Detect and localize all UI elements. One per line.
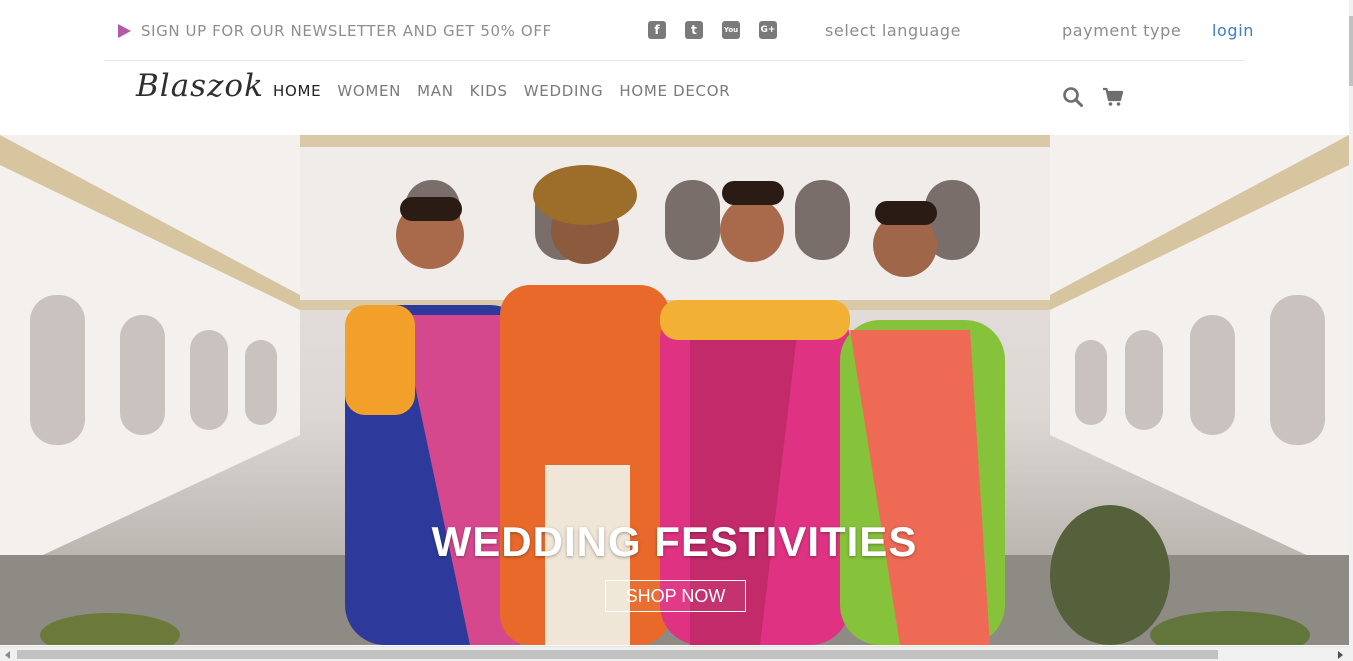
language-selector[interactable]: select language [825, 21, 961, 40]
scroll-left-icon[interactable] [5, 651, 10, 659]
payment-type-link[interactable]: payment type [1062, 21, 1181, 40]
horizontal-scrollbar[interactable] [0, 646, 1349, 661]
main-navbar: Blaszok HOME WOMEN MAN KIDS WEDDING HOME… [0, 62, 1353, 134]
play-icon [118, 24, 131, 38]
horizontal-scroll-thumb[interactable] [17, 650, 1218, 659]
youtube-icon[interactable]: You [722, 21, 740, 39]
shop-now-button[interactable]: SHOP NOW [605, 580, 746, 612]
login-link[interactable]: login [1212, 21, 1254, 40]
search-icon[interactable] [1062, 86, 1084, 108]
menu-item-man[interactable]: MAN [417, 82, 454, 100]
menu-item-home-decor[interactable]: HOME DECOR [619, 82, 730, 100]
top-bar: SIGN UP FOR OUR NEWSLETTER AND GET 50% O… [104, 0, 1253, 61]
hero-image [0, 135, 1349, 645]
newsletter-text: SIGN UP FOR OUR NEWSLETTER AND GET 50% O… [141, 22, 552, 40]
site-logo[interactable]: Blaszok [136, 68, 264, 104]
vertical-scrollbar[interactable] [1349, 0, 1353, 661]
hero-title: WEDDING FESTIVITIES [431, 518, 918, 565]
vertical-scroll-thumb[interactable] [1349, 16, 1353, 86]
google-plus-icon[interactable]: G+ [759, 21, 777, 39]
twitter-icon[interactable]: t [685, 21, 703, 39]
main-menu: HOME WOMEN MAN KIDS WEDDING HOME DECOR [273, 82, 730, 100]
menu-item-home[interactable]: HOME [273, 82, 321, 100]
newsletter-signup[interactable]: SIGN UP FOR OUR NEWSLETTER AND GET 50% O… [118, 22, 552, 40]
social-links: f t You G+ [648, 21, 777, 39]
facebook-icon[interactable]: f [648, 21, 666, 39]
menu-item-kids[interactable]: KIDS [470, 82, 508, 100]
cart-icon[interactable] [1102, 86, 1124, 108]
hero-banner: WEDDING FESTIVITIES SHOP NOW [0, 135, 1349, 645]
scroll-right-icon[interactable] [1338, 651, 1343, 659]
menu-item-women[interactable]: WOMEN [337, 82, 401, 100]
nav-actions [1062, 86, 1124, 108]
menu-item-wedding[interactable]: WEDDING [524, 82, 604, 100]
